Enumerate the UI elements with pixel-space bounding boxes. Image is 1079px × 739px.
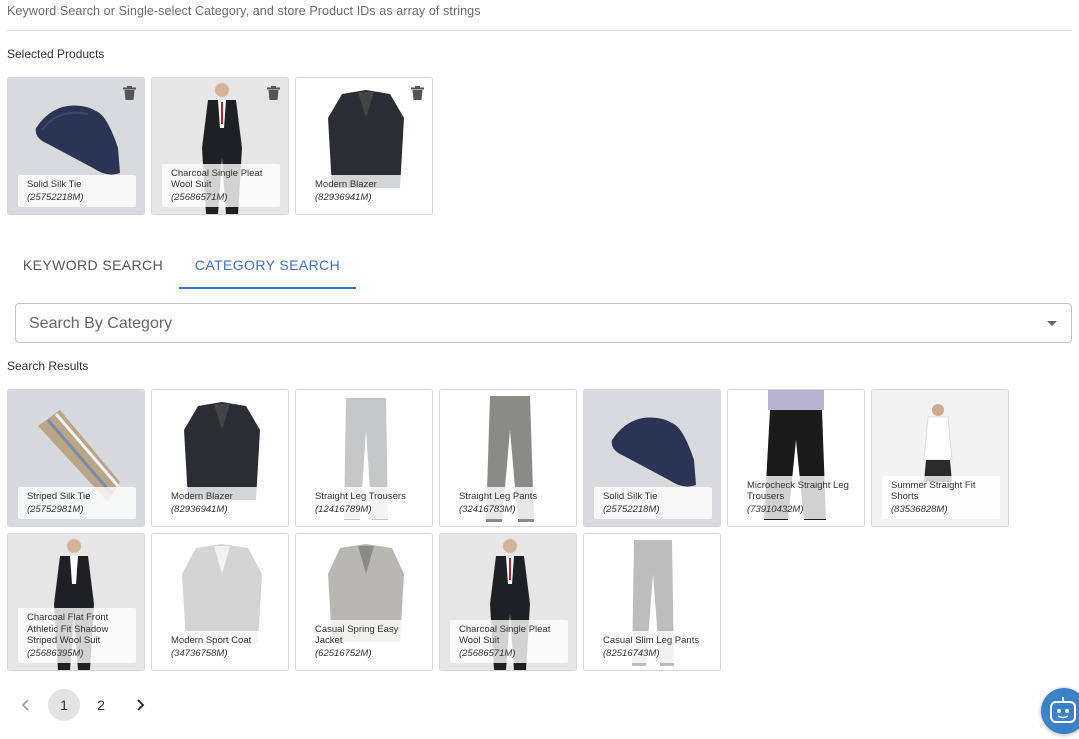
product-id: (25686395M) bbox=[27, 647, 84, 659]
category-select[interactable]: Search By Category bbox=[15, 303, 1072, 343]
product-caption: Modern Blazer (82936941M) bbox=[162, 487, 280, 519]
page-button-2[interactable]: 2 bbox=[85, 689, 117, 721]
product-caption: Casual Slim Leg Pants (82516743M) bbox=[594, 631, 712, 663]
chatbot-button[interactable] bbox=[1041, 688, 1079, 734]
product-name: Striped Silk Tie bbox=[27, 491, 91, 502]
tab-category-search[interactable]: CATEGORY SEARCH bbox=[179, 243, 356, 289]
prev-page-button[interactable] bbox=[10, 689, 42, 721]
tab-keyword-search[interactable]: KEYWORD SEARCH bbox=[7, 243, 179, 287]
robot-icon bbox=[1050, 697, 1076, 723]
product-caption: Casual Spring Easy Jacket (62516752M) bbox=[306, 619, 424, 663]
next-page-button[interactable] bbox=[124, 689, 156, 721]
product-id: (82516743M) bbox=[603, 647, 660, 659]
product-id: (12416789M) bbox=[315, 503, 372, 515]
product-caption: Straight Leg Pants (32416783M) bbox=[450, 487, 568, 519]
delete-icon[interactable] bbox=[123, 86, 136, 100]
result-card[interactable]: Charcoal Single Pleat Wool Suit (2568657… bbox=[439, 533, 577, 671]
product-name: Charcoal Flat Front Athletic Fit Shadow … bbox=[27, 612, 109, 646]
product-id: (32416783M) bbox=[459, 503, 516, 515]
product-name: Solid Silk Tie bbox=[27, 179, 82, 190]
product-id: (25752218M) bbox=[603, 503, 660, 515]
result-card[interactable]: Solid Silk Tie (25752218M) bbox=[583, 389, 721, 527]
product-caption: Summer Straight Fit Shorts (83536828M) bbox=[882, 475, 1000, 519]
result-card[interactable]: Straight Leg Pants (32416783M) bbox=[439, 389, 577, 527]
dropdown-arrow-icon[interactable] bbox=[1047, 321, 1057, 326]
selected-product-card[interactable]: Solid Silk Tie (25752218M) bbox=[7, 77, 145, 215]
product-caption: Charcoal Single Pleat Wool Suit (2568657… bbox=[450, 619, 568, 663]
product-id: (82936941M) bbox=[315, 191, 372, 203]
product-id: (73910432M) bbox=[747, 503, 804, 515]
product-id: (83536828M) bbox=[891, 503, 948, 515]
selected-products-label: Selected Products bbox=[7, 47, 105, 61]
product-id: (82936941M) bbox=[171, 503, 228, 515]
selected-product-card[interactable]: Charcoal Single Pleat Wool Suit (2568657… bbox=[151, 77, 289, 215]
product-caption: Charcoal Single Pleat Wool Suit (2568657… bbox=[162, 163, 280, 207]
product-caption: Solid Silk Tie (25752218M) bbox=[594, 487, 712, 519]
product-name: Modern Blazer bbox=[171, 491, 233, 502]
result-card[interactable]: Striped Silk Tie (25752981M) bbox=[7, 389, 145, 527]
result-card[interactable]: Charcoal Flat Front Athletic Fit Shadow … bbox=[7, 533, 145, 671]
search-results-label: Search Results bbox=[7, 359, 89, 373]
product-caption: Modern Sport Coat (34736758M) bbox=[162, 631, 280, 663]
product-name: Summer Straight Fit Shorts bbox=[891, 479, 976, 503]
page-button-1[interactable]: 1 bbox=[48, 689, 80, 721]
result-card[interactable]: Modern Sport Coat (34736758M) bbox=[151, 533, 289, 671]
chevron-right-icon bbox=[137, 699, 145, 711]
result-card[interactable]: Straight Leg Trousers (12416789M) bbox=[295, 389, 433, 527]
result-card[interactable]: Modern Blazer (82936941M) bbox=[151, 389, 289, 527]
delete-icon[interactable] bbox=[411, 86, 424, 100]
product-caption: Solid Silk Tie (25752218M) bbox=[18, 175, 136, 207]
product-name: Casual Spring Easy Jacket bbox=[315, 623, 399, 647]
product-name: Solid Silk Tie bbox=[603, 491, 658, 502]
product-name: Modern Sport Coat bbox=[171, 635, 252, 646]
product-id: (62516752M) bbox=[315, 647, 372, 659]
product-name: Modern Blazer bbox=[315, 179, 377, 190]
product-name: Straight Leg Pants bbox=[459, 491, 538, 502]
result-card[interactable]: Casual Spring Easy Jacket (62516752M) bbox=[295, 533, 433, 671]
product-caption: Microcheck Straight Leg Trousers (739104… bbox=[738, 475, 856, 519]
product-name: Microcheck Straight Leg Trousers bbox=[747, 479, 849, 503]
category-select-placeholder: Search By Category bbox=[29, 315, 173, 332]
product-name: Casual Slim Leg Pants bbox=[603, 635, 700, 646]
result-card[interactable]: Summer Straight Fit Shorts (83536828M) bbox=[871, 389, 1009, 527]
product-id: (34736758M) bbox=[171, 647, 228, 659]
product-id: (25752218M) bbox=[27, 191, 84, 203]
product-caption: Modern Blazer (82936941M) bbox=[306, 175, 424, 207]
delete-icon[interactable] bbox=[267, 86, 280, 100]
product-id: (25686571M) bbox=[171, 191, 228, 203]
chevron-left-icon bbox=[21, 699, 29, 711]
product-name: Straight Leg Trousers bbox=[315, 491, 406, 502]
product-caption: Straight Leg Trousers (12416789M) bbox=[306, 487, 424, 519]
divider bbox=[7, 30, 1072, 31]
product-name: Charcoal Single Pleat Wool Suit bbox=[459, 623, 551, 647]
result-card[interactable]: Microcheck Straight Leg Trousers (739104… bbox=[727, 389, 865, 527]
product-id: (25686571M) bbox=[459, 647, 516, 659]
field-description: Keyword Search or Single-select Category… bbox=[7, 4, 481, 18]
product-caption: Charcoal Flat Front Athletic Fit Shadow … bbox=[18, 608, 136, 663]
product-caption: Striped Silk Tie (25752981M) bbox=[18, 487, 136, 519]
product-name: Charcoal Single Pleat Wool Suit bbox=[171, 167, 263, 191]
product-id: (25752981M) bbox=[27, 503, 84, 515]
result-card[interactable]: Casual Slim Leg Pants (82516743M) bbox=[583, 533, 721, 671]
selected-product-card[interactable]: Modern Blazer (82936941M) bbox=[295, 77, 433, 215]
